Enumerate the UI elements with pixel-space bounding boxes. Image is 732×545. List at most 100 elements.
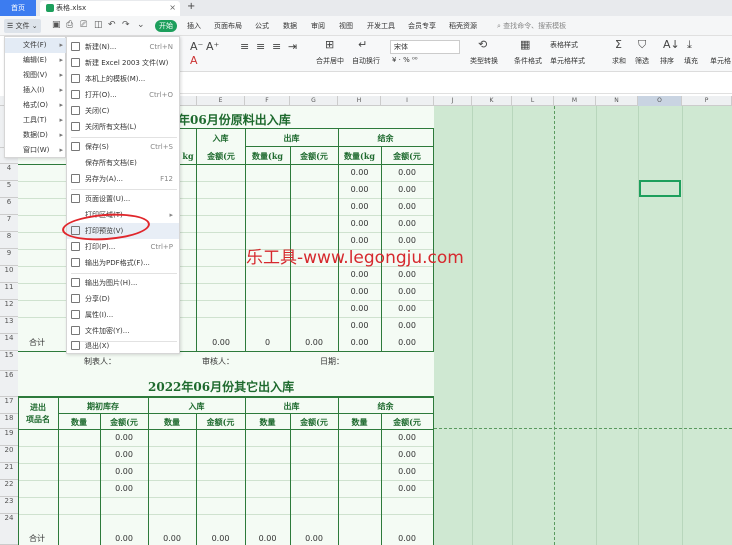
row-header[interactable]: 16 <box>0 371 18 397</box>
balance-amount[interactable]: 0.00 <box>381 270 433 279</box>
sort-icon[interactable]: A↓ <box>663 38 680 51</box>
merge-center-button[interactable]: 合并居中 <box>316 56 344 66</box>
font-size-decrease-icon[interactable]: A⁻ <box>190 40 203 53</box>
submenu-export-image[interactable]: 输出为图片(H)... <box>67 275 179 291</box>
preview-icon[interactable]: ◫ <box>94 20 103 30</box>
row-header[interactable]: 7 <box>0 215 18 232</box>
balance-amount[interactable]: 0.00 <box>381 304 433 313</box>
submenu-save-all[interactable]: 保存所有文档(E) <box>67 155 179 171</box>
cell-button[interactable]: 单元格 <box>710 56 731 66</box>
balance-amount[interactable]: 0.00 <box>381 202 433 211</box>
row-header[interactable]: 6 <box>0 198 18 215</box>
balance-amount[interactable]: 0.00 <box>381 433 433 442</box>
opening-amount[interactable]: 0.00 <box>100 433 148 442</box>
balance-amount[interactable]: 0.00 <box>381 219 433 228</box>
submenu-open[interactable]: 打开(O)... Ctrl+O <box>67 87 179 103</box>
percent-icon[interactable]: ¥ · % ⁰⁰ <box>392 56 418 64</box>
document-tab[interactable]: 表格.xlsx × <box>40 1 180 16</box>
submenu-share[interactable]: 分享(D) <box>67 291 179 307</box>
balance-amount[interactable]: 0.00 <box>381 185 433 194</box>
align-center-icon[interactable]: ≡ <box>256 40 265 53</box>
selected-cell[interactable] <box>639 180 681 197</box>
opening-amount[interactable]: 0.00 <box>100 467 148 476</box>
row-header[interactable]: 23 <box>0 497 18 514</box>
column-p[interactable]: P <box>682 96 732 106</box>
total-value[interactable]: 0.00 <box>196 534 245 543</box>
total-value[interactable]: 0.00 <box>197 338 245 347</box>
font-color-icon[interactable]: A <box>190 54 198 67</box>
column-m[interactable]: M <box>554 96 596 106</box>
column-e[interactable]: E <box>197 96 245 106</box>
row-header[interactable]: 21 <box>0 463 18 480</box>
merge-center-icon[interactable]: ⊞ <box>325 38 334 51</box>
page-break-preview-area[interactable] <box>434 106 732 545</box>
total-value[interactable]: 0.00 <box>290 338 338 347</box>
formula-bar[interactable] <box>180 72 732 94</box>
filter-button[interactable]: 筛选 <box>635 56 649 66</box>
tab-dev-tools[interactable]: 开发工具 <box>367 21 395 31</box>
balance-qty[interactable]: 0.00 <box>338 270 381 279</box>
new-tab-icon[interactable]: + <box>187 1 195 12</box>
total-value[interactable]: 0.00 <box>338 338 381 347</box>
tab-start[interactable]: 开始 <box>155 20 177 32</box>
sum-icon[interactable]: Σ <box>615 38 622 51</box>
tab-member[interactable]: 会员专享 <box>408 21 436 31</box>
tab-view[interactable]: 视图 <box>339 21 353 31</box>
fill-button[interactable]: 填充 <box>684 56 698 66</box>
menu-item-data[interactable]: 数据(D) ▸ <box>5 128 67 143</box>
sum-button[interactable]: 求和 <box>612 56 626 66</box>
submenu-new[interactable]: 新建(N)... Ctrl+N <box>67 39 179 55</box>
column-g[interactable]: G <box>290 96 338 106</box>
type-convert-button[interactable]: 类型转换 <box>470 56 498 66</box>
sort-button[interactable]: 排序 <box>660 56 674 66</box>
tab-data[interactable]: 数据 <box>283 21 297 31</box>
balance-qty[interactable]: 0.00 <box>338 185 381 194</box>
balance-qty[interactable]: 0.00 <box>338 168 381 177</box>
menu-item-tools[interactable]: 工具(T) ▸ <box>5 113 67 128</box>
file-menu-button[interactable]: ☰ 文件 ⌄ <box>4 19 41 33</box>
balance-qty[interactable]: 0.00 <box>338 321 381 330</box>
column-n[interactable]: N <box>596 96 638 106</box>
balance-amount[interactable]: 0.00 <box>381 168 433 177</box>
balance-qty[interactable]: 0.00 <box>338 304 381 313</box>
print-icon[interactable]: ⎚ <box>80 20 87 30</box>
align-left-icon[interactable]: ≡ <box>240 40 249 53</box>
menu-item-format[interactable]: 格式(O) ▸ <box>5 98 67 113</box>
submenu-encrypt[interactable]: 文件加密(Y)... <box>67 323 179 339</box>
row-header[interactable]: 10 <box>0 266 18 283</box>
total-value[interactable]: 0 <box>245 338 290 347</box>
column-j[interactable]: J <box>434 96 472 106</box>
column-k[interactable]: K <box>472 96 512 106</box>
type-convert-icon[interactable]: ⟲ <box>478 38 487 51</box>
opening-amount[interactable]: 0.00 <box>100 450 148 459</box>
submenu-exit[interactable]: 退出(X) <box>67 338 179 354</box>
row-header[interactable]: 9 <box>0 249 18 266</box>
submenu-export-pdf[interactable]: 输出为PDF格式(F)... <box>67 255 179 271</box>
column-o[interactable]: O <box>638 96 682 106</box>
row-header[interactable]: 17 <box>0 397 18 414</box>
balance-amount[interactable]: 0.00 <box>381 321 433 330</box>
row-header[interactable]: 4 <box>0 164 18 181</box>
balance-amount[interactable]: 0.00 <box>381 467 433 476</box>
row-header[interactable]: 22 <box>0 480 18 497</box>
row-header[interactable]: 18 <box>0 414 18 429</box>
submenu-page-setup[interactable]: 页面设置(U)... <box>67 191 179 207</box>
fill-icon[interactable]: ⤓ <box>687 38 692 52</box>
row-header[interactable]: 13 <box>0 317 18 334</box>
undo-icon[interactable]: ↶ <box>108 20 116 30</box>
cell-style-button[interactable]: 单元格样式 <box>550 56 585 66</box>
tab-docer[interactable]: 稻壳资源 <box>449 21 477 31</box>
submenu-local-template[interactable]: 本机上的模板(M)... <box>67 71 179 87</box>
total-value[interactable]: 0.00 <box>148 534 196 543</box>
more-icon[interactable]: ⌄ <box>137 20 145 30</box>
row-header[interactable]: 15 <box>0 351 18 371</box>
menu-item-edit[interactable]: 编辑(E) ▸ <box>5 53 67 68</box>
balance-amount[interactable]: 0.00 <box>381 484 433 493</box>
balance-amount[interactable]: 0.00 <box>381 450 433 459</box>
search-command[interactable]: ⌕ 查找命令、搜索模板 <box>497 21 566 31</box>
column-i[interactable]: I <box>381 96 434 106</box>
balance-qty[interactable]: 0.00 <box>338 219 381 228</box>
balance-qty[interactable]: 0.00 <box>338 287 381 296</box>
tab-page-layout[interactable]: 页面布局 <box>214 21 242 31</box>
row-header[interactable]: 14 <box>0 334 18 351</box>
